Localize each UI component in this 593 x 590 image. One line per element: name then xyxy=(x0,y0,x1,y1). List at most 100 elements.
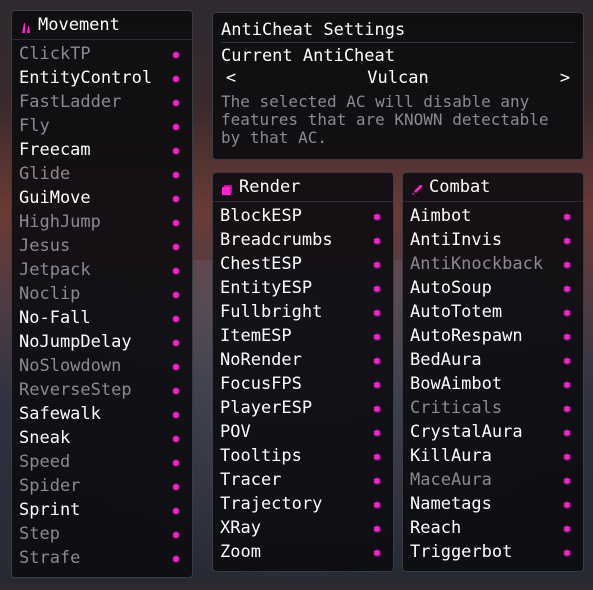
gear-icon[interactable]: ✹ xyxy=(559,280,575,296)
module-row[interactable]: NoJumpDelay ✹ xyxy=(12,330,192,354)
module-row[interactable]: Criticals ✹ xyxy=(403,396,583,420)
module-row[interactable]: EntityControl ✹ xyxy=(12,66,192,90)
gear-icon[interactable]: ✹ xyxy=(168,142,184,158)
gear-icon[interactable]: ✹ xyxy=(559,448,575,464)
module-row[interactable]: POV ✹ xyxy=(213,420,393,444)
gear-icon[interactable]: ✹ xyxy=(168,454,184,470)
module-row[interactable]: BedAura ✹ xyxy=(403,348,583,372)
module-row[interactable]: Fullbright ✹ xyxy=(213,300,393,324)
gear-icon[interactable]: ✹ xyxy=(369,352,385,368)
module-row[interactable]: Nametags ✹ xyxy=(403,492,583,516)
module-row[interactable]: AntiKnockback ✹ xyxy=(403,252,583,276)
module-row[interactable]: Breadcrumbs ✹ xyxy=(213,228,393,252)
module-row[interactable]: Tooltips ✹ xyxy=(213,444,393,468)
module-row[interactable]: Sneak ✹ xyxy=(12,426,192,450)
gear-icon[interactable]: ✹ xyxy=(559,328,575,344)
gear-icon[interactable]: ✹ xyxy=(559,208,575,224)
gear-icon[interactable]: ✹ xyxy=(559,424,575,440)
module-row[interactable]: Zoom ✹ xyxy=(213,540,393,564)
module-row[interactable]: MaceAura ✹ xyxy=(403,468,583,492)
module-row[interactable]: BlockESP ✹ xyxy=(213,204,393,228)
module-row[interactable]: Step ✹ xyxy=(12,522,192,546)
gear-icon[interactable]: ✹ xyxy=(168,238,184,254)
module-row[interactable]: AntiInvis ✹ xyxy=(403,228,583,252)
gear-icon[interactable]: ✹ xyxy=(559,304,575,320)
gear-icon[interactable]: ✹ xyxy=(369,328,385,344)
module-row[interactable]: Glide ✹ xyxy=(12,162,192,186)
gear-icon[interactable]: ✹ xyxy=(369,520,385,536)
gear-icon[interactable]: ✹ xyxy=(369,280,385,296)
gear-icon[interactable]: ✹ xyxy=(168,310,184,326)
gear-icon[interactable]: ✹ xyxy=(369,376,385,392)
gear-icon[interactable]: ✹ xyxy=(168,94,184,110)
gear-icon[interactable]: ✹ xyxy=(168,478,184,494)
combat-panel-header[interactable]: Combat xyxy=(403,173,583,202)
module-row[interactable]: AutoTotem ✹ xyxy=(403,300,583,324)
gear-icon[interactable]: ✹ xyxy=(369,496,385,512)
gear-icon[interactable]: ✹ xyxy=(369,304,385,320)
module-row[interactable]: Trajectory ✹ xyxy=(213,492,393,516)
gear-icon[interactable]: ✹ xyxy=(168,526,184,542)
gear-icon[interactable]: ✹ xyxy=(369,232,385,248)
module-row[interactable]: Tracer ✹ xyxy=(213,468,393,492)
module-row[interactable]: PlayerESP ✹ xyxy=(213,396,393,420)
gear-icon[interactable]: ✹ xyxy=(559,256,575,272)
gear-icon[interactable]: ✹ xyxy=(168,334,184,350)
module-row[interactable]: AutoRespawn ✹ xyxy=(403,324,583,348)
gear-icon[interactable]: ✹ xyxy=(168,214,184,230)
gear-icon[interactable]: ✹ xyxy=(369,448,385,464)
gear-icon[interactable]: ✹ xyxy=(168,406,184,422)
gear-icon[interactable]: ✹ xyxy=(168,166,184,182)
gear-icon[interactable]: ✹ xyxy=(369,400,385,416)
previous-anticheat-button[interactable]: < xyxy=(223,68,239,88)
gear-icon[interactable]: ✹ xyxy=(168,118,184,134)
module-row[interactable]: Jetpack ✹ xyxy=(12,258,192,282)
next-anticheat-button[interactable]: > xyxy=(557,68,573,88)
gear-icon[interactable]: ✹ xyxy=(559,400,575,416)
module-row[interactable]: BowAimbot ✹ xyxy=(403,372,583,396)
module-row[interactable]: HighJump ✹ xyxy=(12,210,192,234)
gear-icon[interactable]: ✹ xyxy=(369,208,385,224)
gear-icon[interactable]: ✹ xyxy=(559,472,575,488)
module-row[interactable]: KillAura ✹ xyxy=(403,444,583,468)
module-row[interactable]: NoSlowdown ✹ xyxy=(12,354,192,378)
gear-icon[interactable]: ✹ xyxy=(369,472,385,488)
gear-icon[interactable]: ✹ xyxy=(168,262,184,278)
gear-icon[interactable]: ✹ xyxy=(168,382,184,398)
movement-panel-header[interactable]: Movement xyxy=(12,11,192,40)
gear-icon[interactable]: ✹ xyxy=(168,502,184,518)
module-row[interactable]: FastLadder ✹ xyxy=(12,90,192,114)
module-row[interactable]: Fly ✹ xyxy=(12,114,192,138)
module-row[interactable]: Sprint ✹ xyxy=(12,498,192,522)
module-row[interactable]: Strafe ✹ xyxy=(12,546,192,570)
module-row[interactable]: Noclip ✹ xyxy=(12,282,192,306)
module-row[interactable]: Reach ✹ xyxy=(403,516,583,540)
gear-icon[interactable]: ✹ xyxy=(168,430,184,446)
module-row[interactable]: No-Fall ✹ xyxy=(12,306,192,330)
anticheat-selector[interactable]: < Vulcan > xyxy=(221,67,575,89)
module-row[interactable]: GuiMove ✹ xyxy=(12,186,192,210)
module-row[interactable]: Triggerbot ✹ xyxy=(403,540,583,564)
gear-icon[interactable]: ✹ xyxy=(168,70,184,86)
gear-icon[interactable]: ✹ xyxy=(559,496,575,512)
module-row[interactable]: ChestESP ✹ xyxy=(213,252,393,276)
module-row[interactable]: AutoSoup ✹ xyxy=(403,276,583,300)
module-row[interactable]: Jesus ✹ xyxy=(12,234,192,258)
gear-icon[interactable]: ✹ xyxy=(559,352,575,368)
gear-icon[interactable]: ✹ xyxy=(168,286,184,302)
gear-icon[interactable]: ✹ xyxy=(369,544,385,560)
module-row[interactable]: Freecam ✹ xyxy=(12,138,192,162)
gear-icon[interactable]: ✹ xyxy=(559,232,575,248)
module-row[interactable]: Aimbot ✹ xyxy=(403,204,583,228)
gear-icon[interactable]: ✹ xyxy=(559,376,575,392)
module-row[interactable]: XRay ✹ xyxy=(213,516,393,540)
gear-icon[interactable]: ✹ xyxy=(559,520,575,536)
module-row[interactable]: Safewalk ✹ xyxy=(12,402,192,426)
module-row[interactable]: ItemESP ✹ xyxy=(213,324,393,348)
module-row[interactable]: Spider ✹ xyxy=(12,474,192,498)
module-row[interactable]: NoRender ✹ xyxy=(213,348,393,372)
module-row[interactable]: Speed ✹ xyxy=(12,450,192,474)
module-row[interactable]: CrystalAura ✹ xyxy=(403,420,583,444)
gear-icon[interactable]: ✹ xyxy=(559,544,575,560)
gear-icon[interactable]: ✹ xyxy=(369,424,385,440)
